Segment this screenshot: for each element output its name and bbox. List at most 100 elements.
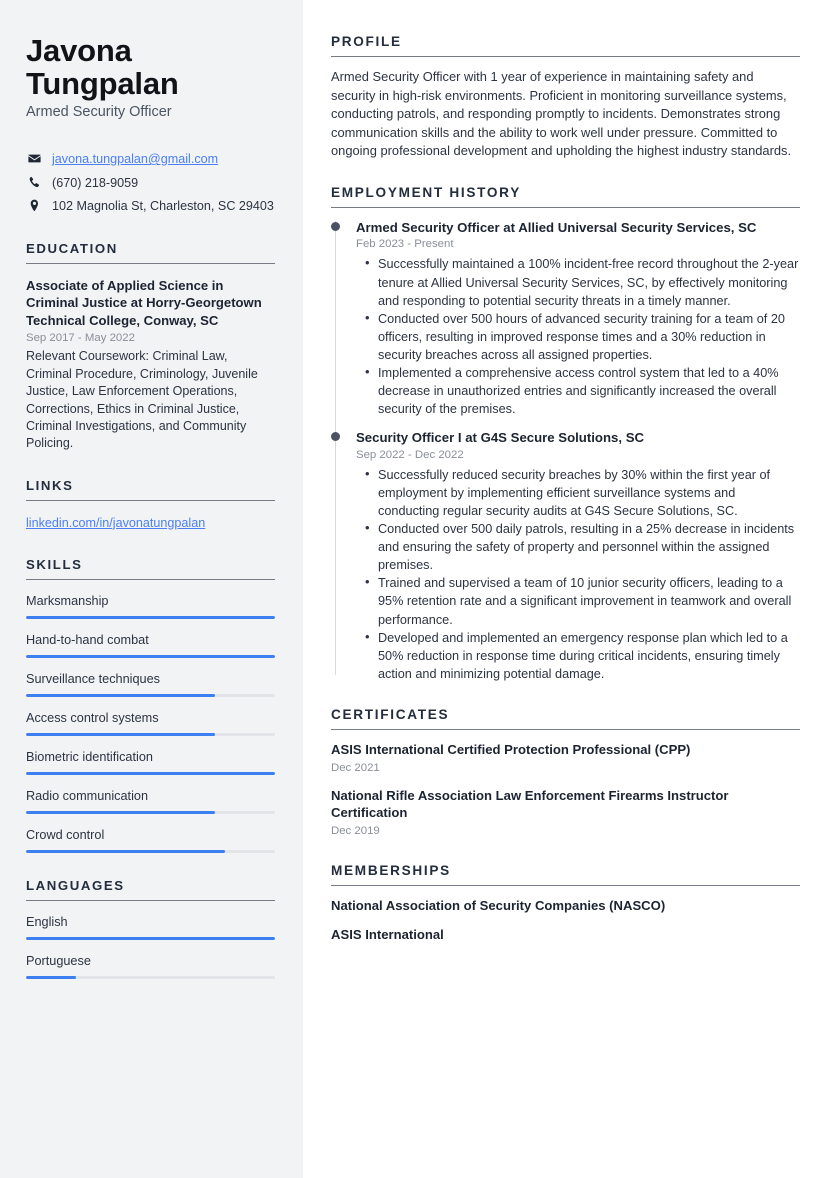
education-description: Relevant Coursework: Criminal Law, Crimi… [26,349,258,451]
skill-label: Radio communication [26,788,148,803]
skill-label: Hand-to-hand combat [26,632,149,647]
employment-title: Security Officer I at G4S Secure Solutio… [356,430,645,446]
skill-item: Radio communication [26,788,275,814]
language-item: English [26,914,275,940]
contact-phone: (670) 218-9059 [52,175,139,190]
skill-bar-fill [26,732,216,736]
memberships-heading: MEMBERSHIPS [331,862,451,878]
section-certificates: CERTIFICATES ASIS International Certifie… [331,707,800,839]
skill-item: Crowd control [26,827,275,853]
memberships-list: National Association of Security Compani… [331,897,800,944]
certificates-list: ASIS International Certified Protection … [331,741,800,839]
education-entry: Associate of Applied Science in Criminal… [26,277,275,453]
skill-bar-track [26,849,275,853]
section-links: LINKS linkedin.com/in/javonatungpalan [26,478,275,532]
skill-bar-fill [26,771,275,775]
skill-item: Surveillance techniques [26,671,275,697]
employment-entry: Security Officer I at G4S Secure Solutio… [331,429,800,683]
language-bar-track [26,936,275,940]
skill-item: Hand-to-hand combat [26,632,275,658]
contact-address-row: 102 Magnolia St, Charleston, SC 29403 [26,198,275,216]
languages-divider [26,899,275,901]
links-heading: LINKS [26,477,74,493]
timeline-dot-icon [331,432,340,442]
language-bar-fill [26,936,275,940]
skill-label: Biometric identification [26,749,153,764]
skills-list: Marksmanship Hand-to-hand combat Surveilla… [26,593,275,853]
language-label: English [26,914,68,929]
skill-bar-fill [26,693,216,697]
employment-bullet: Trained and supervised a team of 10 juni… [365,573,800,628]
employment-entry: Armed Security Officer at Allied Univers… [331,219,800,418]
skill-bar-track [26,693,275,697]
phone-icon [26,175,43,189]
main-content: PROFILE Armed Security Officer with 1 ye… [303,0,833,1178]
skill-bar-fill [26,654,275,658]
education-heading: EDUCATION [26,240,118,256]
employment-timeline: Armed Security Officer at Allied Univers… [331,219,800,683]
skill-bar-fill [26,849,226,853]
links-divider [26,499,275,501]
skill-bar-fill [26,810,216,814]
certificate-date: Dec 2019 [331,824,380,837]
membership-item: ASIS International [331,927,444,943]
employment-date: Feb 2023 - Present [356,238,454,251]
skills-divider [26,578,275,580]
language-bar-fill [26,975,76,979]
skill-item: Biometric identification [26,749,275,775]
link-linkedin[interactable]: linkedin.com/in/javonatungpalan [26,515,205,532]
skill-bar-track [26,810,275,814]
skill-bar-track [26,615,275,619]
section-education: EDUCATION Associate of Applied Science i… [26,241,275,453]
profile-divider [331,56,800,57]
sidebar: Javona Tungpalan Armed Security Officer … [0,0,303,1178]
employment-bullets: Successfully reduced security breaches b… [356,465,800,683]
skill-bar-track [26,654,275,658]
skill-label: Marksmanship [26,593,109,608]
education-title: Associate of Applied Science in Criminal… [26,277,262,328]
employment-bullet: Successfully reduced security breaches b… [365,465,800,520]
contact-email[interactable]: javona.tungpalan@gmail.com [52,151,218,169]
employment-bullet: Implemented a comprehensive access contr… [365,363,800,418]
skill-label: Access control systems [26,710,159,725]
envelope-icon [26,151,43,165]
candidate-name-line1: Javona [26,33,132,68]
section-memberships: MEMBERSHIPS National Association of Secu… [331,863,800,944]
language-bar-track [26,975,275,979]
employment-date: Sep 2022 - Dec 2022 [356,448,464,461]
employment-title: Armed Security Officer at Allied Univers… [356,219,757,235]
employment-bullet: Successfully maintained a 100% incident-… [365,254,800,309]
certificate-entry: National Rifle Association Law Enforceme… [331,787,800,839]
certificate-date: Dec 2021 [331,761,380,774]
candidate-name: Javona Tungpalan [26,34,275,100]
membership-item: National Association of Security Compani… [331,897,666,913]
skill-label: Surveillance techniques [26,671,161,686]
location-pin-icon [26,198,43,212]
language-item: Portuguese [26,953,275,979]
contact-address: 102 Magnolia St, Charleston, SC 29403 [52,199,274,213]
certificate-title: National Rifle Association Law Enforceme… [331,787,729,821]
certificates-divider [331,728,800,730]
education-date: Sep 2017 - May 2022 [26,332,135,345]
employment-heading: EMPLOYMENT HISTORY [331,184,521,200]
section-employment: EMPLOYMENT HISTORY Armed Security Office… [331,185,800,683]
contact-email-row: javona.tungpalan@gmail.com [26,151,275,169]
skill-item: Access control systems [26,710,275,736]
certificate-entry: ASIS International Certified Protection … [331,741,800,776]
employment-divider [331,206,800,208]
skill-bar-track [26,732,275,736]
employment-bullet: Conducted over 500 daily patrols, result… [365,519,800,574]
skill-bar-fill [26,615,275,619]
certificates-heading: CERTIFICATES [331,706,450,722]
skill-label: Crowd control [26,827,105,842]
languages-list: English Portuguese [26,914,275,979]
profile-heading: PROFILE [331,34,402,49]
languages-heading: LANGUAGES [26,877,125,893]
section-languages: LANGUAGES English Portuguese [26,878,275,979]
profile-text: Armed Security Officer with 1 year of ex… [331,69,792,159]
certificate-title: ASIS International Certified Protection … [331,741,691,757]
employment-bullet: Developed and implemented an emergency r… [365,628,800,683]
section-profile: PROFILE Armed Security Officer with 1 ye… [331,34,800,161]
candidate-job-title: Armed Security Officer [26,104,172,120]
education-divider [26,262,275,264]
